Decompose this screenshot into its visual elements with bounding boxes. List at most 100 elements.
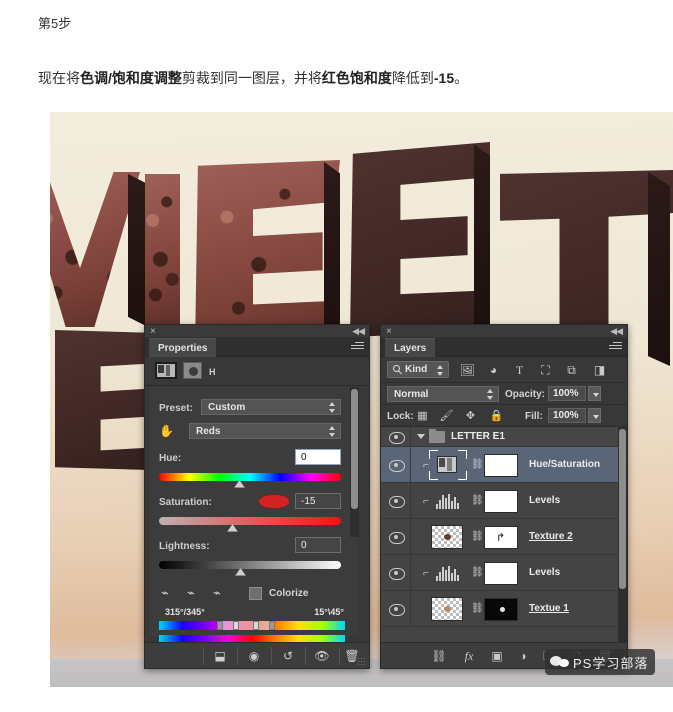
- range-handle-inner-left[interactable]: [233, 621, 239, 630]
- properties-panel[interactable]: × ◀◀ Properties H Preset: Custom ✋ Reds: [144, 324, 370, 669]
- add-layer-mask-icon[interactable]: ▣: [487, 648, 507, 665]
- shape-filter-icon[interactable]: ⛶: [537, 362, 554, 378]
- chevron-down-icon[interactable]: [417, 434, 425, 439]
- link-icon[interactable]: ⛓: [471, 459, 484, 471]
- colorize-checkbox[interactable]: [249, 587, 262, 600]
- eye-icon[interactable]: [389, 495, 405, 508]
- layer-mask-thumbnail[interactable]: [484, 454, 518, 477]
- saturation-slider-thumb[interactable]: [227, 524, 238, 532]
- blend-mode-select[interactable]: Normal: [387, 386, 499, 402]
- reset-icon[interactable]: ↺: [273, 647, 303, 665]
- group-visibility-cell[interactable]: [381, 427, 411, 446]
- layers-menu-icon[interactable]: [609, 342, 622, 352]
- toggle-filter-icon[interactable]: ◨: [591, 362, 608, 378]
- lock-all-icon[interactable]: 🔒: [489, 409, 504, 423]
- view-previous-state-icon[interactable]: ◉: [239, 647, 269, 665]
- levels-thumbnail[interactable]: [435, 492, 459, 509]
- lock-position-icon[interactable]: ✥: [463, 409, 478, 423]
- layers-panel[interactable]: × ◀◀ Layers Kind 🖼 ◕ T ⛶ ⧉ ◨ Normal Opac…: [380, 324, 628, 669]
- layer-row-hue-saturation[interactable]: ⌐ ⛓ Hue/Saturation: [381, 447, 627, 483]
- link-icon[interactable]: ⛓: [471, 603, 484, 615]
- layers-collapse-icon[interactable]: ◀◀: [610, 326, 623, 337]
- toggle-visibility-icon[interactable]: 👁: [307, 647, 337, 665]
- pixel-layer-thumbnail[interactable]: [431, 525, 463, 549]
- lightness-slider-track[interactable]: [159, 561, 341, 569]
- layer-row-group[interactable]: LETTER E1: [381, 427, 627, 447]
- hue-slider-thumb[interactable]: [234, 480, 245, 488]
- desc-prefix: 现在将: [38, 70, 80, 86]
- properties-close-icon[interactable]: ×: [150, 326, 156, 337]
- layer-row-levels-1[interactable]: ⌐ ⛓ Levels: [381, 483, 627, 519]
- color-range-selection[interactable]: [221, 621, 269, 630]
- fill-value-field[interactable]: 100%: [548, 408, 586, 423]
- eyedropper-add-icon[interactable]: ⌁: [187, 585, 204, 602]
- clipping-mask-icon: ⌐: [423, 568, 429, 579]
- link-icon[interactable]: ⛓: [471, 531, 484, 543]
- hue-value-field[interactable]: 0: [295, 449, 341, 465]
- layers-titlebar[interactable]: × ◀◀: [381, 325, 627, 338]
- hue-slider-track[interactable]: [159, 473, 341, 481]
- layer-mask-thumbnail[interactable]: [484, 562, 518, 585]
- layer-visibility-cell[interactable]: [381, 591, 411, 626]
- link-icon[interactable]: ⛓: [471, 567, 484, 579]
- hue-saturation-adjustment-icon[interactable]: [155, 362, 177, 379]
- layer-visibility-cell[interactable]: [381, 519, 411, 554]
- preset-select[interactable]: Custom: [201, 399, 341, 415]
- saturation-slider-track[interactable]: [159, 517, 341, 525]
- channel-select[interactable]: Reds: [189, 423, 341, 439]
- pixel-filter-icon[interactable]: 🖼: [459, 362, 476, 378]
- saturation-value-field[interactable]: -15: [295, 493, 341, 509]
- new-adjustment-layer-icon[interactable]: ◑: [513, 648, 533, 665]
- hue-saturation-thumbnail[interactable]: [437, 456, 457, 473]
- properties-scrollbar[interactable]: [350, 387, 359, 537]
- lock-transparent-pixels-icon[interactable]: ▦: [415, 409, 430, 423]
- eyedropper-subtract-icon[interactable]: ⌁: [213, 585, 230, 602]
- eye-icon[interactable]: [389, 459, 405, 472]
- tab-layers[interactable]: Layers: [385, 338, 436, 357]
- layers-list[interactable]: LETTER E1 ⌐ ⛓ Hue/Saturation ⌐ ⛓ Levels …: [381, 427, 627, 642]
- opacity-value-field[interactable]: 100%: [548, 386, 586, 401]
- filter-kind-select[interactable]: Kind: [387, 361, 449, 378]
- layers-scrollbar[interactable]: [618, 427, 627, 642]
- levels-thumbnail[interactable]: [435, 564, 459, 581]
- link-layers-icon[interactable]: ⛓: [429, 648, 449, 665]
- opacity-stepper-icon[interactable]: [588, 386, 601, 401]
- adjustment-mask-icon[interactable]: [183, 362, 202, 379]
- on-image-adjust-hand-icon[interactable]: ✋: [159, 423, 179, 439]
- properties-titlebar[interactable]: × ◀◀: [145, 325, 369, 338]
- eye-icon[interactable]: [389, 531, 405, 544]
- eye-icon[interactable]: [389, 431, 405, 444]
- smart-object-filter-icon[interactable]: ⧉: [563, 362, 580, 378]
- layer-visibility-cell[interactable]: [381, 483, 411, 518]
- eye-icon[interactable]: [389, 603, 405, 616]
- link-icon[interactable]: ⛓: [471, 495, 484, 507]
- resize-grip[interactable]: [357, 657, 366, 666]
- eyedropper-icon[interactable]: ⌁: [161, 585, 178, 602]
- layer-visibility-cell[interactable]: [381, 447, 411, 482]
- pixel-layer-thumbnail[interactable]: [431, 597, 463, 621]
- tab-properties[interactable]: Properties: [149, 338, 217, 357]
- layer-mask-thumbnail[interactable]: [484, 598, 518, 621]
- range-handle-inner-right[interactable]: [253, 621, 259, 630]
- layer-mask-thumbnail[interactable]: ↱: [484, 526, 518, 549]
- layer-visibility-cell[interactable]: [381, 555, 411, 590]
- layers-close-icon[interactable]: ×: [386, 326, 392, 337]
- fill-stepper-icon[interactable]: [588, 408, 601, 423]
- layer-row-texture-1[interactable]: ⛓ Textue 1: [381, 591, 627, 627]
- clip-to-layer-icon[interactable]: ⬓: [205, 647, 235, 665]
- layer-row-levels-2[interactable]: ⌐ ⛓ Levels: [381, 555, 627, 591]
- lightness-value-field[interactable]: 0: [295, 537, 341, 553]
- properties-menu-icon[interactable]: [351, 342, 364, 352]
- adjustment-filter-icon[interactable]: ◕: [485, 362, 502, 378]
- layer-row-texture-2[interactable]: ⛓ ↱ Texture 2: [381, 519, 627, 555]
- type-filter-icon[interactable]: T: [511, 362, 528, 378]
- range-handle-outer-right[interactable]: [269, 621, 275, 630]
- lightness-slider-thumb[interactable]: [235, 568, 246, 576]
- properties-collapse-icon[interactable]: ◀◀: [352, 326, 365, 337]
- range-handle-outer-left[interactable]: [217, 621, 223, 630]
- eye-icon[interactable]: [389, 567, 405, 580]
- layer-mask-thumbnail[interactable]: [484, 490, 518, 513]
- desc-mid2: 降低到: [391, 70, 434, 86]
- layer-style-fx-icon[interactable]: fx: [459, 648, 479, 665]
- lock-image-pixels-icon[interactable]: 🖌: [439, 409, 454, 423]
